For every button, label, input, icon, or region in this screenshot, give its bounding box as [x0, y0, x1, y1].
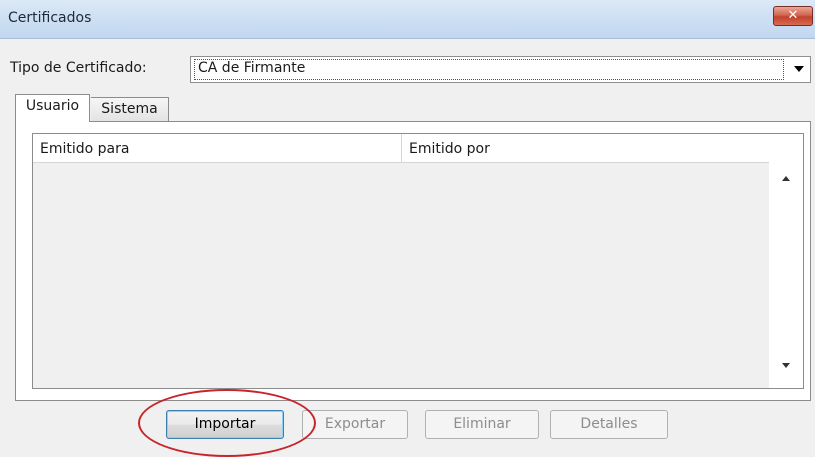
tab-panel: Emitido para Emitido por — [15, 121, 811, 401]
delete-button[interactable]: Eliminar — [425, 410, 539, 439]
vertical-scrollbar[interactable] — [769, 134, 803, 388]
scroll-down-icon[interactable] — [782, 363, 790, 368]
table-body[interactable] — [33, 163, 769, 388]
title-bar[interactable]: Certificados ✕ — [0, 0, 815, 39]
table-header: Emitido para Emitido por — [33, 134, 769, 163]
certificates-table[interactable]: Emitido para Emitido por — [32, 133, 804, 389]
certificates-dialog: Certificados ✕ Tipo de Certificado: CA d… — [0, 0, 815, 457]
export-button[interactable]: Exportar — [302, 410, 408, 439]
scroll-up-icon[interactable] — [782, 176, 790, 181]
tab-usuario[interactable]: Usuario — [15, 94, 90, 122]
close-icon: ✕ — [787, 8, 799, 23]
column-divider[interactable] — [401, 134, 402, 162]
certificate-type-value: CA de Firmante — [198, 60, 306, 76]
details-button[interactable]: Detalles — [550, 410, 668, 439]
column-header-issued-to[interactable]: Emitido para — [40, 141, 129, 157]
certificate-type-label: Tipo de Certificado: — [10, 60, 147, 76]
window-title: Certificados — [8, 10, 92, 26]
certificate-type-dropdown[interactable]: CA de Firmante — [190, 56, 811, 83]
import-button[interactable]: Importar — [166, 410, 284, 439]
chevron-down-icon[interactable] — [794, 66, 804, 72]
tab-sistema[interactable]: Sistema — [91, 97, 169, 121]
close-button[interactable]: ✕ — [773, 6, 813, 26]
column-header-issued-by[interactable]: Emitido por — [409, 141, 490, 157]
